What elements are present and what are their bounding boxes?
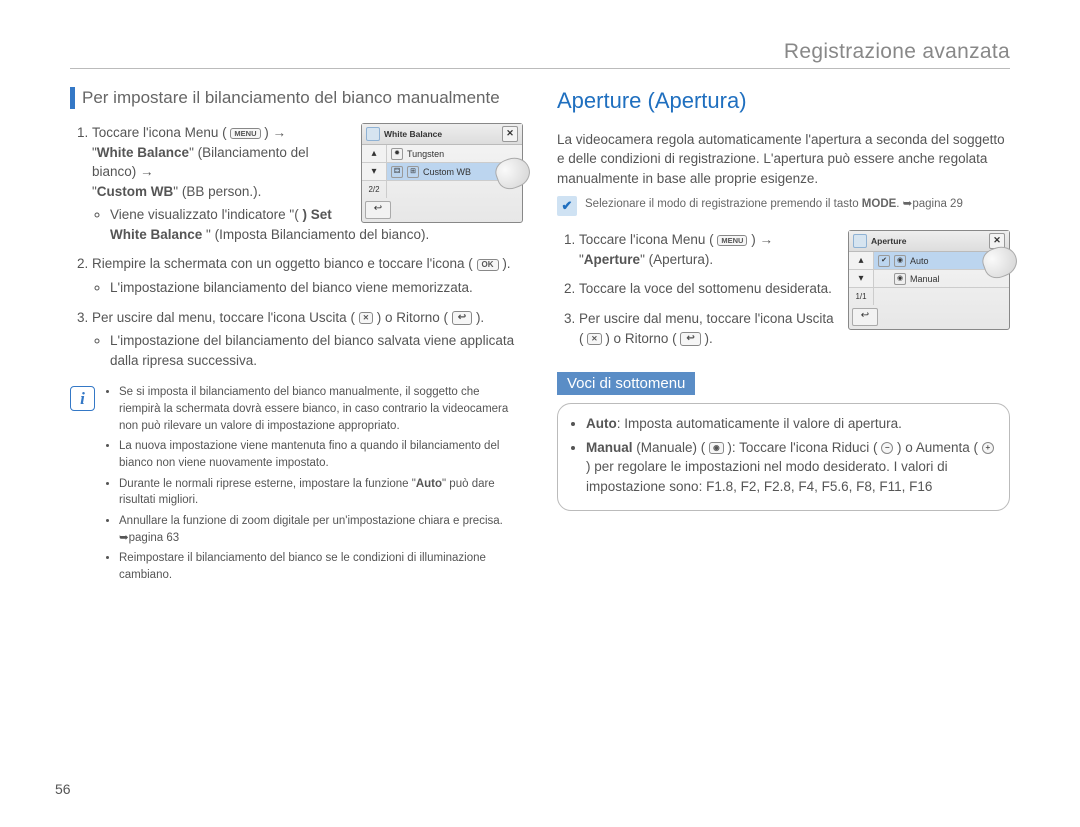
- note2: La nuova impostazione viene mantenuta fi…: [119, 438, 523, 471]
- sub-manual-b: ): Toccare l'icona Riduci (: [724, 440, 882, 455]
- sub-manual-c: ) o Aumenta (: [893, 440, 982, 455]
- step1-bullet-pre: Viene visualizzato l'indicatore "(: [110, 207, 302, 222]
- sub-manual-a: (Manuale) (: [636, 440, 709, 455]
- wb-icon: [366, 127, 380, 141]
- return-icon: ↩: [452, 311, 472, 325]
- note1: Se si imposta il bilanciamento del bianc…: [119, 384, 523, 434]
- step3-b: ) o Ritorno (: [377, 310, 452, 325]
- aperture-icon: [853, 234, 867, 248]
- check-a: Selezionare il modo di registrazione pre…: [585, 198, 862, 210]
- rstep3-b: ) o Ritorno (: [605, 331, 680, 346]
- step1-post: ) →: [264, 125, 286, 140]
- submenu-heading: Voci di sottomenu: [557, 372, 695, 395]
- rstep3-c: ).: [705, 331, 713, 346]
- step1-wb-bold: White Balance: [97, 145, 189, 160]
- note4: Annullare la funzione di zoom digitale p…: [119, 513, 523, 546]
- auto-check-icon: ✔: [878, 255, 890, 267]
- lcd-ap-row2: Manual: [910, 274, 940, 284]
- menu-icon: MENU: [717, 235, 747, 247]
- lcd-wb-row2: Custom WB: [423, 167, 471, 177]
- note-box: i Se si imposta il bilanciamento del bia…: [70, 384, 523, 587]
- step1-custom-desc: (BB person.).: [182, 184, 262, 199]
- sub-manual-bold: Manual: [586, 440, 633, 455]
- precheck-row: ✔ Selezionare il modo di registrazione p…: [557, 196, 1010, 216]
- close-icon: ✕: [359, 312, 373, 324]
- step1-bullet-post: " (Imposta Bilanciamento del bianco).: [206, 227, 429, 242]
- step2-text: Riempire la schermata con un oggetto bia…: [92, 256, 477, 271]
- lcd-down-icon: ▾: [362, 163, 386, 181]
- tungsten-icon: ✹: [391, 148, 403, 160]
- step1-pre: Toccare l'icona Menu (: [92, 125, 227, 140]
- lcd-ap-row1: Auto: [910, 256, 929, 266]
- step1-custom-bold: Custom WB: [97, 184, 174, 199]
- check-b: . ➥pagina 29: [896, 198, 963, 210]
- lcd-wb-row1: Tungsten: [407, 149, 444, 159]
- rstep1-post: ) →: [751, 232, 773, 247]
- lcd-return-icon: ↩: [852, 308, 878, 326]
- lcd-ap-title: Aperture: [871, 236, 906, 246]
- customwb-icon2: ⊞: [407, 166, 419, 178]
- page-number: 56: [55, 781, 71, 797]
- check-bold: MODE: [862, 198, 897, 210]
- lcd-return-icon: ↩: [365, 201, 391, 219]
- note3bold: Auto: [416, 478, 442, 490]
- lcd-white-balance: White Balance ✕ ▴ ▾ 2/2 ✹ Tungsten ⚃ ⊞: [361, 123, 523, 223]
- left-section-title: Per impostare il bilanciamento del bianc…: [70, 87, 523, 109]
- step3-c: ).: [476, 310, 484, 325]
- rstep1-desc: (Apertura).: [649, 252, 714, 267]
- note5: Reimpostare il bilanciamento del bianco …: [119, 550, 523, 583]
- sub-manual-d: ) per regolare le impostazioni nel modo …: [586, 459, 948, 494]
- rstep1-bold: Aperture: [584, 252, 640, 267]
- lcd-close-icon: ✕: [502, 126, 518, 142]
- step2-end: ).: [502, 256, 510, 271]
- lcd-wb-title: White Balance: [384, 129, 442, 139]
- menu-icon: MENU: [230, 128, 260, 140]
- step3-bullet: L'impostazione del bilanciamento del bia…: [110, 331, 523, 370]
- increase-icon: +: [982, 442, 994, 454]
- lcd-wb-count: 2/2: [362, 181, 386, 198]
- right-section-title: Aperture (Apertura): [557, 87, 1010, 116]
- auto-iris-icon: ◉: [894, 255, 906, 267]
- lcd-up-icon: ▴: [362, 145, 386, 163]
- return-icon: ↩: [680, 332, 700, 346]
- lcd-down-icon: ▾: [849, 270, 873, 288]
- lcd-up-icon: ▴: [849, 252, 873, 270]
- page-header: Registrazione avanzata: [70, 40, 1010, 69]
- customwb-icon1: ⚃: [391, 166, 403, 178]
- step3-a: Per uscire dal menu, toccare l'icona Usc…: [92, 310, 359, 325]
- lcd-ap-count: 1/1: [849, 288, 873, 305]
- check-icon: ✔: [557, 196, 577, 216]
- right-column: Aperture (Apertura) La videocamera regol…: [557, 87, 1010, 588]
- manual-iris-icon: ◉: [894, 273, 906, 285]
- sub-auto-desc: : Imposta automaticamente il valore di a…: [617, 416, 902, 431]
- note-icon: i: [70, 386, 95, 411]
- close-icon: ✕: [587, 333, 601, 345]
- note3a: Durante le normali riprese esterne, impo…: [119, 478, 416, 490]
- reduce-icon: −: [881, 442, 893, 454]
- step2-bullet: L'impostazione bilanciamento del bianco …: [110, 278, 523, 298]
- submenu-box: Auto: Imposta automaticamente il valore …: [557, 403, 1010, 511]
- sub-auto-bold: Auto: [586, 416, 617, 431]
- left-column: Per impostare il bilanciamento del bianc…: [70, 87, 523, 588]
- right-intro: La videocamera regola automaticamente l'…: [557, 130, 1010, 189]
- manual-iris-icon: ◉: [709, 442, 724, 454]
- ok-icon: OK: [477, 259, 499, 271]
- rstep1-pre: Toccare l'icona Menu (: [579, 232, 717, 247]
- chapter-title: Registrazione avanzata: [784, 40, 1010, 63]
- lcd-aperture: Aperture ✕ ▴ ▾ 1/1 ✔ ◉ Auto: [848, 230, 1010, 330]
